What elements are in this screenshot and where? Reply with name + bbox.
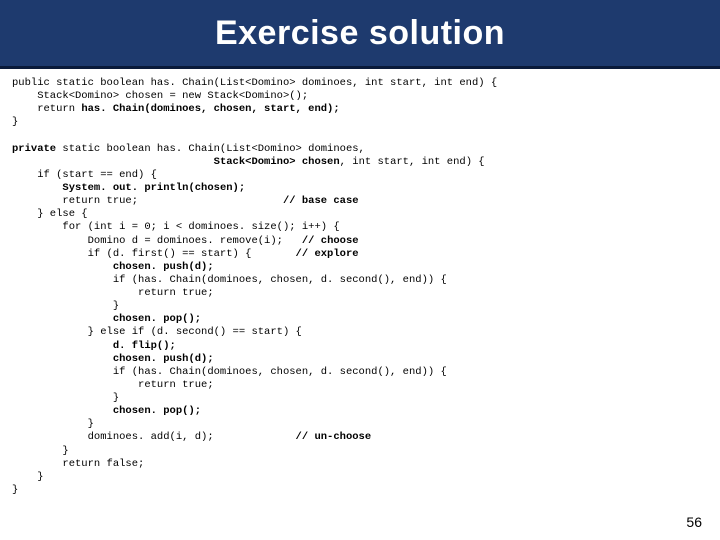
code-line	[12, 313, 113, 325]
code-line: public static boolean has. Chain(List<Do…	[12, 77, 497, 89]
slide: Exercise solution public static boolean …	[0, 0, 720, 540]
code-line	[12, 261, 113, 273]
code-line: static boolean has. Chain(List<Domino> d…	[56, 143, 365, 155]
code-line	[12, 156, 214, 168]
code-line: dominoes. add(i, d);	[12, 431, 296, 443]
code-bold: private	[12, 143, 56, 155]
code-line: if (start == end) {	[12, 169, 157, 181]
code-comment: // explore	[296, 248, 359, 260]
code-line	[12, 405, 113, 417]
code-line: return	[12, 103, 81, 115]
code-line: } else if (d. second() == start) {	[12, 326, 302, 338]
code-line: }	[12, 484, 18, 496]
code-line: } else {	[12, 208, 88, 220]
code-comment: // base case	[283, 195, 359, 207]
code-bold: chosen. push(d);	[113, 353, 214, 365]
code-line: return false;	[12, 458, 144, 470]
code-line: Stack<Domino> chosen = new Stack<Domino>…	[12, 90, 308, 102]
code-line: Domino d = dominoes. remove(i);	[12, 235, 302, 247]
code-line: }	[12, 300, 119, 312]
code-pre: public static boolean has. Chain(List<Do…	[12, 77, 708, 497]
code-comment: // un-choose	[296, 431, 372, 443]
slide-title: Exercise solution	[215, 14, 505, 53]
code-bold: chosen. pop();	[113, 313, 201, 325]
code-line	[12, 340, 113, 352]
code-line: }	[12, 418, 94, 430]
code-bold: System. out. println(chosen);	[62, 182, 245, 194]
code-line: return true;	[12, 195, 283, 207]
code-line: if (d. first() == start) {	[12, 248, 296, 260]
code-line: }	[12, 116, 18, 128]
code-bold: chosen. pop();	[113, 405, 201, 417]
code-line: return true;	[12, 287, 214, 299]
code-bold: d. flip();	[113, 340, 176, 352]
title-bar: Exercise solution	[0, 0, 720, 69]
code-line: }	[12, 471, 44, 483]
code-line: for (int i = 0; i < dominoes. size(); i+…	[12, 221, 340, 233]
code-line: return true;	[12, 379, 214, 391]
code-line: if (has. Chain(dominoes, chosen, d. seco…	[12, 366, 447, 378]
code-bold: has. Chain(dominoes, chosen, start, end)…	[81, 103, 339, 115]
code-line: }	[12, 392, 119, 404]
code-line: , int start, int end) {	[340, 156, 485, 168]
page-number: 56	[686, 514, 702, 530]
code-line: }	[12, 445, 69, 457]
code-bold: Stack<Domino> chosen	[214, 156, 340, 168]
code-line	[12, 182, 62, 194]
code-bold: chosen. push(d);	[113, 261, 214, 273]
code-line: if (has. Chain(dominoes, chosen, d. seco…	[12, 274, 447, 286]
code-comment: // choose	[302, 235, 359, 247]
code-line	[12, 353, 113, 365]
code-block: public static boolean has. Chain(List<Do…	[0, 69, 720, 497]
